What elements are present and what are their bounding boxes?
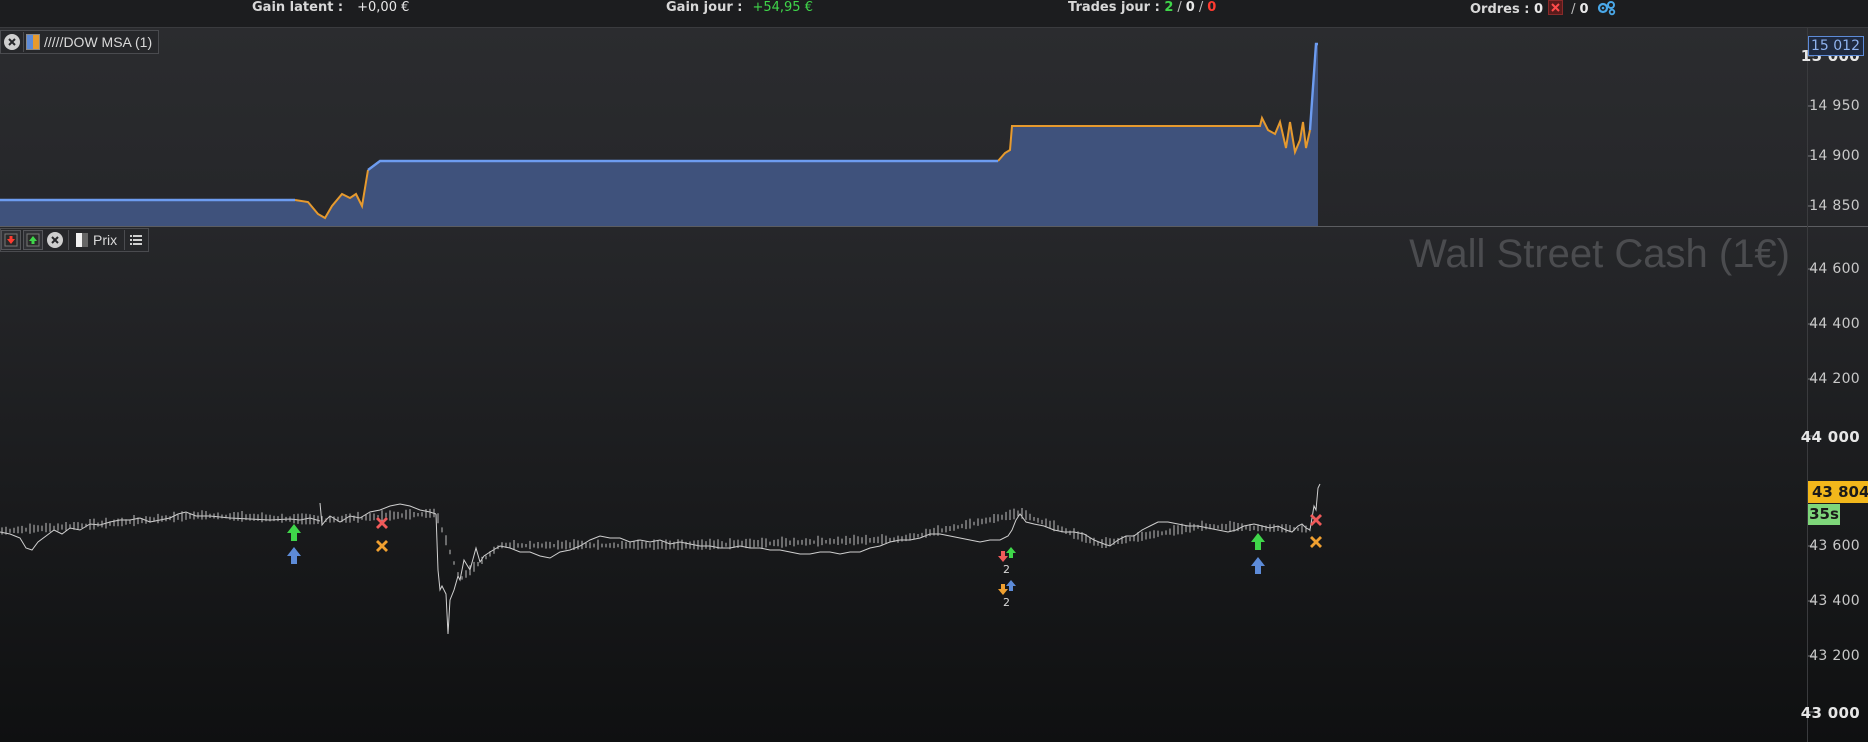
price-axis-label: 44 600 bbox=[1809, 261, 1860, 277]
candle-countdown: 35s bbox=[1808, 504, 1840, 525]
equity-axis-label: 14 950 bbox=[1809, 98, 1860, 114]
equity-axis-label: 14 900 bbox=[1809, 148, 1860, 164]
current-price-tag: 43 804,9 bbox=[1808, 481, 1868, 503]
price-axis-label: 44 200 bbox=[1809, 371, 1860, 387]
buy-order-icon[interactable] bbox=[23, 230, 43, 250]
price-axis-label: 43 000 bbox=[1800, 704, 1860, 722]
marker-count: 2 bbox=[1003, 563, 1010, 576]
marker-count: 2 bbox=[1003, 596, 1010, 609]
price-style-label: Prix bbox=[93, 232, 118, 248]
price-axis-label: 44 000 bbox=[1800, 428, 1860, 446]
price-panel-bg bbox=[0, 227, 1868, 742]
sell-order-icon[interactable] bbox=[1, 230, 21, 250]
price-panel-toolbar: Prix bbox=[0, 228, 150, 252]
instrument-watermark: Wall Street Cash (1€) bbox=[1409, 232, 1790, 276]
close-chart-icon[interactable] bbox=[47, 232, 63, 248]
equity-axis-label: 14 850 bbox=[1809, 198, 1860, 214]
price-axis-label: 43 600 bbox=[1809, 538, 1860, 554]
chart-canvas[interactable] bbox=[0, 0, 1868, 742]
close-indicator-icon[interactable] bbox=[4, 34, 20, 50]
price-axis-label: 44 400 bbox=[1809, 316, 1860, 332]
equity-indicator-tag[interactable]: /////DOW MSA (1) bbox=[0, 30, 160, 54]
price-style-icon bbox=[76, 233, 88, 247]
indicator-color-icon bbox=[26, 34, 40, 50]
price-style-button[interactable]: Prix bbox=[72, 232, 121, 248]
list-icon[interactable] bbox=[128, 234, 148, 246]
equity-current-value: 15 012 bbox=[1808, 36, 1864, 56]
price-axis-label: 43 400 bbox=[1809, 593, 1860, 609]
indicator-label: /////DOW MSA (1) bbox=[44, 34, 153, 50]
price-axis-label: 43 200 bbox=[1809, 648, 1860, 664]
